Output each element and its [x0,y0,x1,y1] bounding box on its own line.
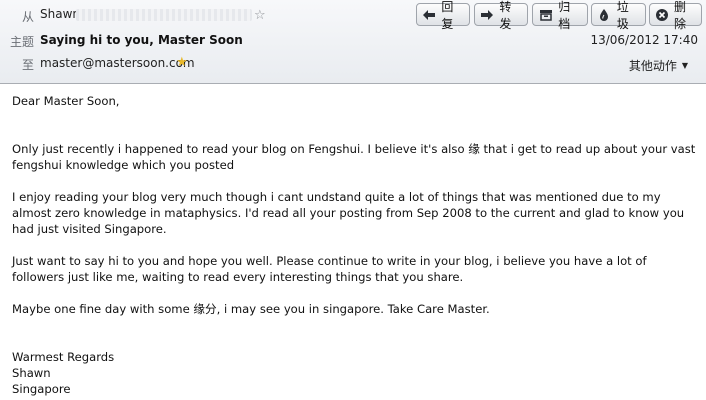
forward-icon [480,7,494,23]
junk-label: 垃圾 [616,0,629,31]
archive-icon [538,7,553,23]
delete-icon [655,7,669,23]
forward-label: 转发 [499,0,512,31]
message-date: 13/06/2012 17:40 [590,33,698,47]
subject-text: Saying hi to you, Master Soon [40,33,243,47]
signature-name: Shawn [12,366,51,380]
other-actions-label: 其他动作 [628,59,677,73]
reply-button[interactable]: 回复 [416,0,470,31]
body-paragraph: Maybe one fine day with some 缘分, i may s… [12,302,490,316]
star-icon[interactable]: ☆ [254,9,266,22]
signature-place: Singapore [12,382,71,396]
sender-name[interactable]: Shawn [40,7,80,21]
reply-icon [422,7,436,23]
message-body: Dear Master Soon, Only just recently i h… [12,93,702,397]
message-header: 从 Shawn ☆ 回复 转发 归档 垃圾 删除 主题 Saying hi to… [0,0,706,84]
junk-button[interactable]: 垃圾 [591,0,646,31]
greeting: Dear Master Soon, [12,94,120,108]
delete-label: 删除 [674,0,687,31]
forward-button[interactable]: 转发 [474,0,528,31]
from-label: 从 [21,10,34,24]
delete-button[interactable]: 删除 [649,0,702,31]
reply-label: 回复 [441,0,454,31]
body-paragraph: Just want to say hi to you and hope you … [12,254,647,284]
chevron-down-icon: ▼ [681,61,688,70]
archive-button[interactable]: 归档 [532,0,588,31]
body-paragraph: I enjoy reading your blog very much thou… [12,190,685,236]
sender-email-redacted [76,9,252,21]
junk-icon [597,7,612,23]
archive-label: 归档 [558,0,571,31]
signoff: Warmest Regards [12,350,115,364]
star-icon[interactable]: ★ [176,56,188,69]
to-label: 至 [21,58,34,72]
recipient-address[interactable]: master@mastersoon.com [40,56,195,70]
other-actions-menu[interactable]: 其他动作 ▼ [629,57,688,74]
body-paragraph: Only just recently i happened to read yo… [12,142,696,172]
subject-label: 主题 [9,35,34,49]
